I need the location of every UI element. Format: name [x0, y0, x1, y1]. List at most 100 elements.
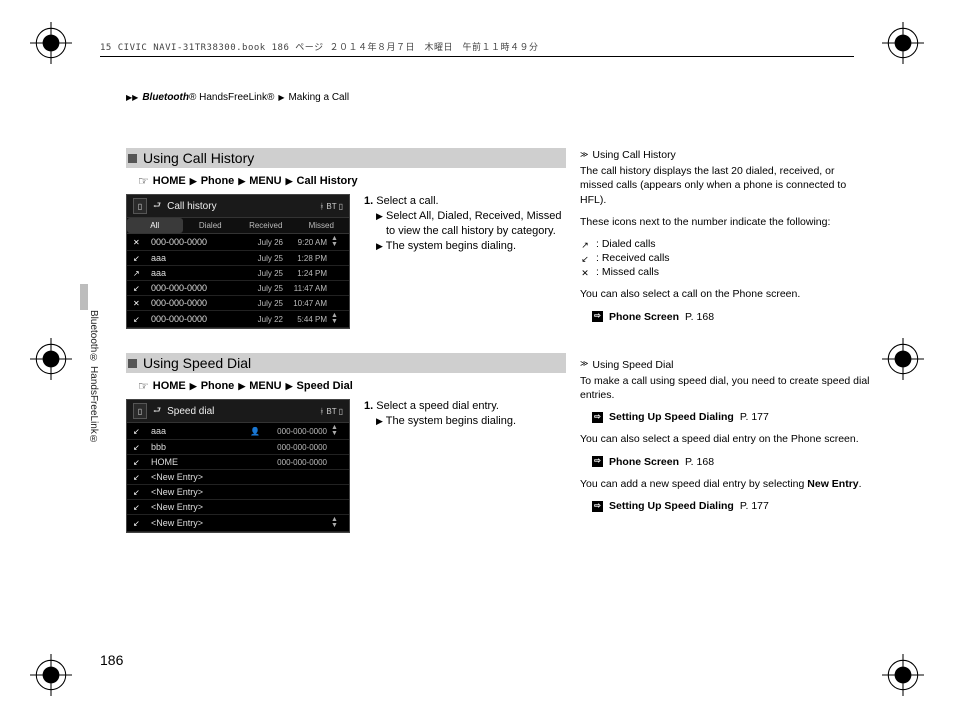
missed-icon: ✕: [580, 267, 590, 277]
call-type-icon: ↗: [133, 269, 147, 278]
call-date: July 25: [245, 254, 283, 263]
bluetooth-status-icon: ᚼBT▯: [320, 202, 343, 211]
entry-name: aaa: [151, 426, 239, 436]
list-item[interactable]: ↙<New Entry>: [127, 485, 349, 500]
call-time: 11:47 AM: [287, 284, 327, 293]
step-text: Select a speed dial entry.: [376, 400, 499, 412]
note-text: The call history displays the last 20 di…: [580, 164, 870, 207]
note-text: To make a call using speed dial, you nee…: [580, 374, 870, 402]
print-header: 15 CIVIC NAVI-31TR38300.book 186 ページ ２０１…: [100, 40, 854, 57]
call-time: 10:47 AM: [287, 299, 327, 308]
call-name: aaa: [151, 268, 241, 278]
cross-reference: ⇨ Setting Up Speed Dialing P. 177: [592, 410, 870, 424]
step-text: The system begins dialing.: [386, 415, 516, 427]
ref-label: Phone Screen: [609, 310, 679, 324]
section-title-text: Using Speed Dial: [143, 355, 251, 371]
entry-name: <New Entry>: [151, 502, 239, 512]
tab-received[interactable]: Received: [238, 218, 294, 233]
step-number: 1.: [364, 400, 373, 412]
note-text: You can also select a speed dial entry o…: [580, 432, 870, 446]
list-item[interactable]: ↙ <New Entry>: [127, 500, 349, 515]
list-item[interactable]: ↙<New Entry>▲▼: [127, 515, 349, 532]
hand-icon: ☞: [138, 379, 149, 393]
side-label: Bluetooth® HandsFreeLink®: [88, 310, 99, 445]
list-item[interactable]: ✕000-000-0000July 2510:47 AM: [127, 296, 349, 311]
return-icon: ⮐: [153, 198, 161, 214]
scroll-icon: ▲▼: [331, 313, 343, 325]
page: 15 CIVIC NAVI-31TR38300.book 186 ページ ２０１…: [0, 0, 954, 718]
call-name: 000-000-0000: [151, 298, 241, 308]
chevron-icon: ≫: [580, 359, 588, 370]
list-item[interactable]: ↙aaaJuly 251:28 PM: [127, 251, 349, 266]
phone-icon: ↙: [133, 473, 147, 482]
link-box-icon: ⇨: [592, 311, 603, 322]
section-title-speed-dial: Using Speed Dial: [126, 353, 566, 373]
registration-mark-icon: [30, 654, 72, 696]
entry-name: <New Entry>: [151, 518, 239, 528]
entry-name: <New Entry>: [151, 472, 239, 482]
screen-title: Call history: [167, 201, 216, 212]
list-item[interactable]: ↙000-000-0000July 225:44 PM▲▼: [127, 311, 349, 328]
entry-number: 000-000-0000: [271, 458, 327, 467]
received-icon: ↙: [580, 253, 590, 263]
hand-icon: ☞: [138, 174, 149, 188]
nav-step: Speed Dial: [297, 380, 353, 392]
call-type-icon: ↙: [133, 315, 147, 324]
list-item[interactable]: ↗aaaJuly 251:24 PM: [127, 266, 349, 281]
triangle-right-icon: ▶: [376, 211, 383, 221]
tab-dialed[interactable]: Dialed: [183, 218, 239, 233]
nav-step: HOME: [153, 175, 186, 187]
call-time: 9:20 AM: [287, 238, 327, 247]
list-item[interactable]: ↙ <New Entry>: [127, 470, 349, 485]
list-item[interactable]: ↙bbb000-000-0000: [127, 440, 349, 455]
note-title-text: Using Speed Dial: [592, 358, 673, 372]
tab-all[interactable]: All: [127, 218, 183, 233]
phone-icon: ↙: [133, 503, 147, 512]
step-text: Select All, Dialed, Received, Missed to …: [386, 210, 562, 237]
list-item[interactable]: ↙aaa👤000-000-0000▲▼: [127, 423, 349, 440]
call-name: 000-000-0000: [151, 283, 241, 293]
cross-reference: ⇨ Setting Up Speed Dialing P. 177: [592, 499, 870, 513]
call-type-icon: ✕: [133, 238, 147, 247]
ref-label: Phone Screen: [609, 455, 679, 469]
tab-missed[interactable]: Missed: [294, 218, 350, 233]
registration-mark-icon: [882, 654, 924, 696]
dialed-icon: ↗: [580, 239, 590, 249]
registration-mark-icon: [30, 338, 72, 380]
breadcrumb-item: Making a Call: [288, 92, 349, 103]
entry-name: HOME: [151, 457, 239, 467]
call-name: 000-000-0000: [151, 237, 241, 247]
list-item[interactable]: ↙000-000-0000July 2511:47 AM: [127, 281, 349, 296]
note-title-text: Using Call History: [592, 148, 675, 162]
square-bullet-icon: [128, 359, 137, 368]
nav-step: HOME: [153, 380, 186, 392]
note-text: You can add a new speed dial entry by se…: [580, 477, 870, 491]
legend-text: : Dialed calls: [596, 237, 656, 251]
page-edge-tab: [80, 284, 88, 310]
phone-icon: ↙: [133, 427, 147, 436]
chevron-right-icon: ▶: [278, 93, 284, 102]
cross-reference: ⇨ Phone Screen P. 168: [592, 455, 870, 469]
note-text: These icons next to the number indicate …: [580, 215, 870, 229]
note-text: You can also select a call on the Phone …: [580, 287, 870, 301]
cross-reference: ⇨ Phone Screen P. 168: [592, 310, 870, 324]
device-screenshot-speed-dial: ▯ ⮐ Speed dial ᚼBT▯ ↙aaa👤000-000-0000▲▼ …: [126, 399, 350, 533]
voice-tag-icon: 👤: [243, 427, 267, 436]
triangle-right-icon: ▶: [190, 176, 197, 187]
back-button[interactable]: ▯: [133, 198, 147, 214]
list-item[interactable]: ↙HOME000-000-0000: [127, 455, 349, 470]
step-number: 1.: [364, 195, 373, 207]
back-button[interactable]: ▯: [133, 403, 147, 419]
step-text: The system begins dialing.: [386, 240, 516, 252]
nav-step: Call History: [297, 175, 358, 187]
speed-dial-list: ↙aaa👤000-000-0000▲▼ ↙bbb000-000-0000 ↙HO…: [127, 423, 349, 532]
link-box-icon: ⇨: [592, 412, 603, 423]
section-title-call-history: Using Call History: [126, 148, 566, 168]
ref-label: Setting Up Speed Dialing: [609, 499, 734, 513]
ref-page: P. 177: [740, 499, 769, 513]
list-item[interactable]: ✕000-000-0000July 269:20 AM▲▼: [127, 234, 349, 251]
nav-step: Phone: [201, 380, 235, 392]
call-date: July 22: [245, 315, 283, 324]
call-name: aaa: [151, 253, 241, 263]
registration-mark-icon: [882, 22, 924, 64]
